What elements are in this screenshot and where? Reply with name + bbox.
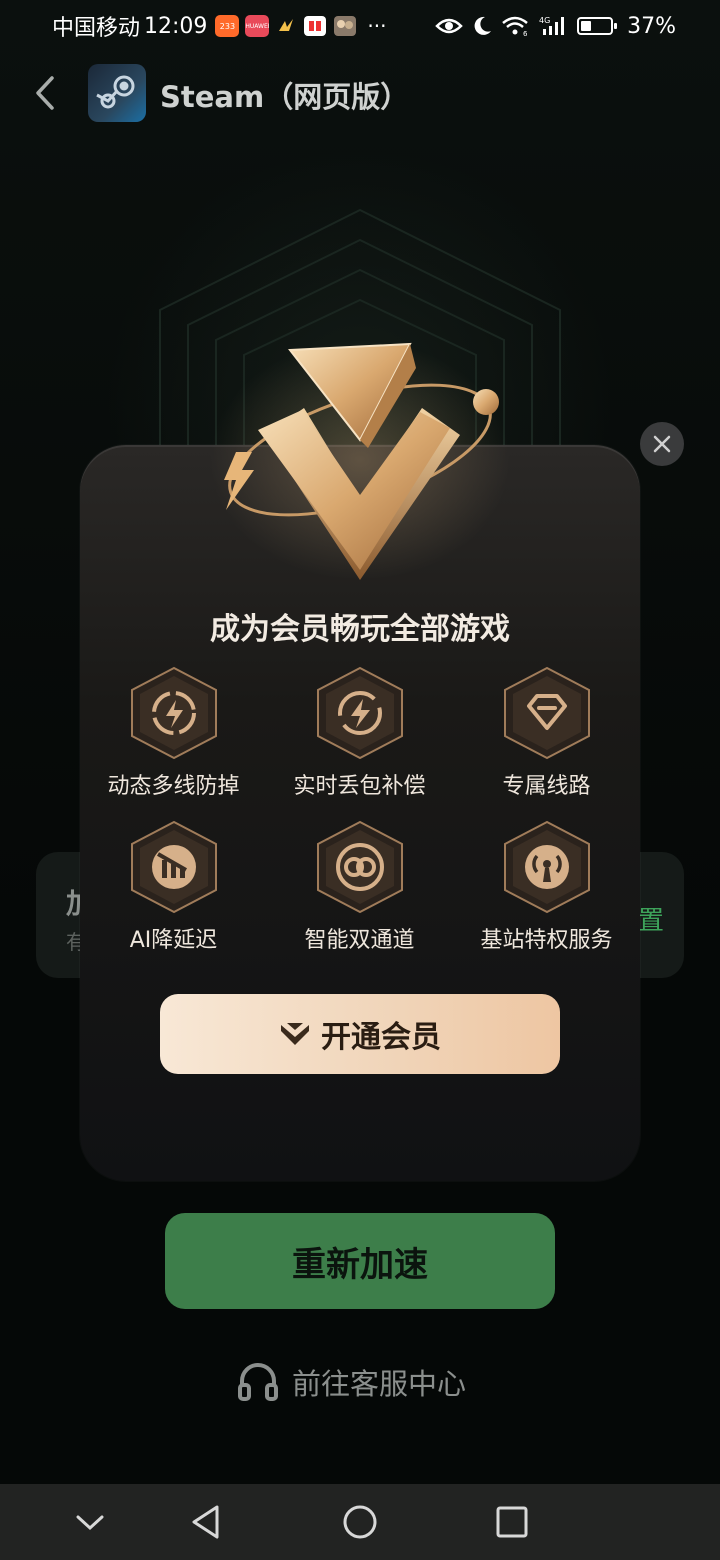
close-icon	[653, 435, 671, 453]
clock: 12:09	[144, 13, 208, 39]
dual-channel-icon	[317, 820, 403, 914]
svg-text:6: 6	[523, 30, 528, 37]
steam-logo	[88, 64, 146, 122]
vip-badge-illustration	[210, 340, 510, 580]
close-modal-button[interactable]	[640, 422, 684, 466]
book-app-icon	[304, 16, 327, 36]
battery-level-fill	[581, 21, 592, 31]
battery-icon	[577, 17, 618, 35]
feature-dual-channel: 智能双通道	[266, 820, 453, 970]
restart-acceleration-button[interactable]: 重新加速	[165, 1213, 555, 1309]
app-233-icon: 233	[215, 15, 240, 37]
feature-exclusive-route: 专属线路	[453, 666, 640, 816]
multi-line-icon	[131, 666, 217, 760]
modal-title: 成为会员畅玩全部游戏	[210, 612, 510, 647]
square-recents-icon	[496, 1506, 528, 1538]
diamond-icon	[504, 666, 590, 760]
chevron-down-icon	[76, 1515, 104, 1531]
nav-collapse-button[interactable]	[70, 1502, 110, 1542]
nav-recents-button[interactable]	[492, 1502, 532, 1542]
moon-icon	[474, 16, 492, 35]
eye-comfort-icon	[435, 18, 463, 34]
feature-base-station: 基站特权服务	[453, 820, 640, 970]
system-navigation-bar	[0, 1484, 720, 1560]
network-type-text: 4G	[539, 16, 550, 25]
feature-label: 智能双通道	[304, 928, 415, 953]
system-icons: 6 4G 37%	[435, 14, 676, 39]
nav-home-button[interactable]	[340, 1502, 380, 1542]
activate-membership-label: 开通会员	[321, 1020, 441, 1055]
cellular-signal-icon: 4G	[539, 16, 565, 35]
steam-icon	[96, 75, 135, 109]
battery-percent: 37%	[627, 13, 676, 39]
circle-home-icon	[343, 1505, 377, 1539]
carrier-text: 中国移动	[52, 16, 141, 41]
huawei-store-icon: HUAWEI	[245, 15, 270, 37]
customer-service-link[interactable]: 前往客服中心	[236, 1358, 466, 1406]
feature-packet-loss-compensation: 实时丢包补偿	[266, 666, 453, 816]
headset-icon	[238, 1363, 278, 1401]
feature-multi-line: 动态多线防掉	[80, 666, 267, 816]
triangle-back-icon	[192, 1505, 219, 1539]
nav-back-button[interactable]	[186, 1502, 226, 1542]
app-header: Steam（网页版）	[0, 62, 720, 124]
feature-label: 专属线路	[502, 774, 591, 799]
status-bar: 中国移动 12:09 233 HUAWEI ··· 6 4G 37%	[0, 0, 720, 52]
bolt-refresh-icon	[317, 666, 403, 760]
page-title: Steam（网页版）	[160, 80, 410, 114]
feature-label: 动态多线防掉	[107, 774, 240, 799]
signal-tower-icon	[504, 820, 590, 914]
feature-label: 基站特权服务	[480, 928, 613, 953]
feature-ai-latency: AI降延迟	[80, 820, 267, 970]
activate-membership-button[interactable]: 开通会员	[160, 994, 560, 1074]
bird-app-icon	[279, 19, 294, 31]
notification-icons: 233 HUAWEI ···	[215, 14, 387, 38]
status-card-action: 置	[638, 906, 665, 936]
feature-label: 实时丢包补偿	[293, 774, 426, 799]
more-notifications-icon: ···	[367, 14, 387, 38]
wifi-icon: 6	[502, 16, 528, 37]
feature-label: AI降延迟	[129, 928, 218, 953]
back-button[interactable]	[28, 72, 62, 114]
vip-chevron-icon	[281, 1023, 309, 1045]
customer-service-label: 前往客服中心	[292, 1367, 467, 1401]
chevron-left-icon	[36, 76, 54, 110]
latency-down-icon	[131, 820, 217, 914]
anime-app-icon	[334, 16, 357, 36]
